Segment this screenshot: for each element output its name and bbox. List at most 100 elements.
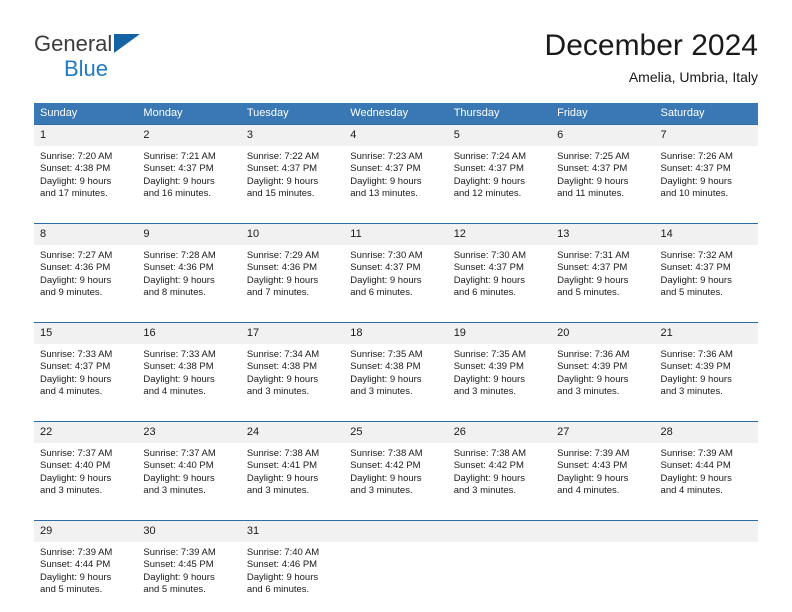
calendar-day-cell[interactable]: 25 Sunrise: 7:38 AM Sunset: 4:42 PM Dayligh… — [344, 421, 448, 510]
daylight-text: and 11 minutes. — [557, 188, 625, 200]
calendar-day-cell[interactable]: 11 Sunrise: 7:30 AM Sunset: 4:37 PM Dayligh… — [344, 223, 448, 312]
calendar-day-cell[interactable]: 27 Sunrise: 7:39 AM Sunset: 4:43 PM Dayligh… — [551, 421, 655, 510]
calendar-day-cell[interactable]: 2 Sunrise: 7:21 AM Sunset: 4:37 PM Daylight… — [137, 124, 241, 213]
week-spacer-cell — [240, 213, 345, 224]
sunrise-text: Sunrise: 7:31 AM — [557, 250, 630, 261]
calendar-day-cell[interactable]: 21 Sunrise: 7:36 AM Sunset: 4:39 PM Dayligh… — [654, 322, 758, 411]
day-info: Sunrise: 7:37 AM Sunset: 4:40 PM Daylight:… — [34, 444, 137, 498]
sunrise-text: Sunrise: 7:38 AM — [350, 448, 423, 459]
sunrise-text: Sunrise: 7:40 AM — [246, 547, 320, 558]
sunrise-text: Sunrise: 7:35 AM — [453, 349, 527, 360]
day-info: Sunrise: 7:38 AM Sunset: 4:42 PM Daylight:… — [448, 444, 551, 498]
day-number: 31 — [240, 521, 345, 543]
day-number: 21 — [654, 323, 758, 345]
sunrise-text: Sunrise: 7:37 AM — [143, 448, 216, 459]
sunrise-text: Sunrise: 7:39 AM — [557, 448, 630, 459]
calendar-day-cell[interactable]: 26 Sunrise: 7:38 AM Sunset: 4:42 PM Dayligh… — [447, 421, 552, 510]
calendar-day-cell[interactable]: 19 Sunrise: 7:35 AM Sunset: 4:39 PM Dayligh… — [447, 322, 552, 411]
daylight-text: Daylight: 9 hours — [453, 373, 525, 385]
day-info: Sunrise: 7:39 AM Sunset: 4:45 PM Daylight:… — [137, 543, 240, 597]
sunrise-text: Sunrise: 7:21 AM — [143, 151, 216, 162]
calendar-day-cell[interactable]: 28 Sunrise: 7:39 AM Sunset: 4:44 PM Dayligh… — [654, 421, 758, 510]
week-spacer-cell — [551, 510, 655, 521]
day-info: Sunrise: 7:38 AM Sunset: 4:41 PM Daylight:… — [241, 444, 344, 498]
calendar-day-cell[interactable]: 10 Sunrise: 7:29 AM Sunset: 4:36 PM Dayligh… — [240, 223, 345, 312]
calendar-day-cell[interactable]: 3 Sunrise: 7:22 AM Sunset: 4:37 PM Daylight… — [240, 124, 345, 213]
daylight-text: Daylight: 9 hours — [246, 274, 319, 286]
day-number: 26 — [447, 422, 552, 444]
sunset-text: Sunset: 4:39 PM — [660, 361, 731, 373]
weekday-header-monday: Monday — [137, 103, 241, 125]
sunset-text: Sunset: 4:40 PM — [40, 460, 111, 472]
week-spacer-cell — [240, 510, 345, 521]
calendar-day-cell[interactable]: 13 Sunrise: 7:31 AM Sunset: 4:37 PM Dayligh… — [551, 223, 655, 312]
daylight-text: and 6 minutes. — [350, 287, 413, 299]
day-cell-inner: 8 Sunrise: 7:27 AM Sunset: 4:36 PM Daylight… — [34, 224, 138, 312]
calendar-empty-cell — [447, 520, 552, 609]
sunset-text: Sunset: 4:38 PM — [246, 361, 318, 373]
sunset-text: Sunset: 4:39 PM — [557, 361, 628, 373]
calendar-day-cell[interactable]: 5 Sunrise: 7:24 AM Sunset: 4:37 PM Daylight… — [447, 124, 552, 213]
day-cell-inner: 23 Sunrise: 7:37 AM Sunset: 4:40 PM Dayligh… — [137, 422, 241, 510]
week-spacer-cell — [344, 510, 448, 521]
day-cell-inner: 5 Sunrise: 7:24 AM Sunset: 4:37 PM Daylight… — [447, 125, 552, 213]
daylight-text: and 5 minutes. — [660, 287, 723, 299]
daylight-text: Daylight: 9 hours — [40, 175, 112, 187]
weekday-header-wednesday: Wednesday — [344, 103, 448, 125]
day-cell-inner: 10 Sunrise: 7:29 AM Sunset: 4:36 PM Dayligh… — [240, 224, 345, 312]
calendar-day-cell[interactable]: 8 Sunrise: 7:27 AM Sunset: 4:36 PM Daylight… — [34, 223, 138, 312]
daylight-text: Daylight: 9 hours — [40, 472, 112, 484]
sunrise-text: Sunrise: 7:39 AM — [660, 448, 733, 459]
calendar-day-cell[interactable]: 14 Sunrise: 7:32 AM Sunset: 4:37 PM Dayligh… — [654, 223, 758, 312]
week-spacer-cell — [344, 213, 448, 224]
weekday-header-sunday: Sunday — [34, 103, 138, 125]
day-number: 5 — [447, 125, 552, 147]
title-block: December 2024 Amelia, Umbria, Italy — [545, 28, 758, 86]
calendar-day-cell[interactable]: 23 Sunrise: 7:37 AM Sunset: 4:40 PM Dayligh… — [137, 421, 241, 510]
daylight-text: and 17 minutes. — [40, 188, 108, 200]
calendar-week-row: 15 Sunrise: 7:33 AM Sunset: 4:37 PM Dayligh… — [34, 322, 758, 411]
week-spacer-cell — [551, 213, 655, 224]
calendar-day-cell[interactable]: 6 Sunrise: 7:25 AM Sunset: 4:37 PM Daylight… — [551, 124, 655, 213]
calendar-header-row: Sunday Monday Tuesday Wednesday Thursday… — [34, 103, 758, 125]
day-cell-inner: 22 Sunrise: 7:37 AM Sunset: 4:40 PM Dayligh… — [34, 422, 138, 510]
calendar-day-cell[interactable]: 12 Sunrise: 7:30 AM Sunset: 4:37 PM Dayligh… — [447, 223, 552, 312]
calendar-day-cell[interactable]: 20 Sunrise: 7:36 AM Sunset: 4:39 PM Dayligh… — [551, 322, 655, 411]
day-info: Sunrise: 7:32 AM Sunset: 4:37 PM Daylight:… — [655, 246, 758, 300]
calendar-day-cell[interactable]: 29 Sunrise: 7:39 AM Sunset: 4:44 PM Dayligh… — [34, 520, 138, 609]
daylight-text: and 3 minutes. — [143, 485, 206, 497]
calendar-day-cell[interactable]: 18 Sunrise: 7:35 AM Sunset: 4:38 PM Dayligh… — [344, 322, 448, 411]
calendar-day-cell[interactable]: 22 Sunrise: 7:37 AM Sunset: 4:40 PM Dayligh… — [34, 421, 138, 510]
day-number: 29 — [34, 521, 138, 543]
day-number: 10 — [240, 224, 345, 246]
day-cell-inner: 2 Sunrise: 7:21 AM Sunset: 4:37 PM Daylight… — [137, 125, 241, 213]
week-spacer-cell — [447, 213, 552, 224]
calendar-day-cell[interactable]: 7 Sunrise: 7:26 AM Sunset: 4:37 PM Daylight… — [654, 124, 758, 213]
calendar-day-cell[interactable]: 17 Sunrise: 7:34 AM Sunset: 4:38 PM Dayligh… — [240, 322, 345, 411]
day-number — [344, 521, 448, 543]
calendar-day-cell[interactable]: 9 Sunrise: 7:28 AM Sunset: 4:36 PM Daylight… — [137, 223, 241, 312]
calendar-day-cell[interactable]: 16 Sunrise: 7:33 AM Sunset: 4:38 PM Dayligh… — [137, 322, 241, 411]
calendar-week-row: 22 Sunrise: 7:37 AM Sunset: 4:40 PM Dayligh… — [34, 421, 758, 510]
day-cell-inner: 9 Sunrise: 7:28 AM Sunset: 4:36 PM Daylight… — [137, 224, 241, 312]
week-spacer-cell — [34, 411, 138, 422]
calendar-day-cell[interactable]: 15 Sunrise: 7:33 AM Sunset: 4:37 PM Dayligh… — [34, 322, 138, 411]
day-info — [448, 543, 551, 547]
calendar-day-cell[interactable]: 30 Sunrise: 7:39 AM Sunset: 4:45 PM Dayligh… — [137, 520, 241, 609]
daylight-text: Daylight: 9 hours — [453, 175, 525, 187]
calendar-day-cell[interactable]: 4 Sunrise: 7:23 AM Sunset: 4:37 PM Daylight… — [344, 124, 448, 213]
day-info: Sunrise: 7:25 AM Sunset: 4:37 PM Daylight:… — [551, 147, 654, 201]
day-number: 30 — [137, 521, 241, 543]
daylight-text: Daylight: 9 hours — [660, 373, 732, 385]
sunrise-text: Sunrise: 7:24 AM — [453, 151, 527, 162]
calendar-day-cell[interactable]: 31 Sunrise: 7:40 AM Sunset: 4:46 PM Dayligh… — [240, 520, 345, 609]
week-spacer-cell — [137, 411, 241, 422]
day-info: Sunrise: 7:36 AM Sunset: 4:39 PM Daylight:… — [551, 345, 654, 399]
week-spacer-row — [34, 312, 758, 323]
day-info: Sunrise: 7:38 AM Sunset: 4:42 PM Daylight:… — [344, 444, 447, 498]
daylight-text: Daylight: 9 hours — [453, 274, 525, 286]
sunrise-text: Sunrise: 7:39 AM — [40, 547, 113, 558]
calendar-day-cell[interactable]: 1 Sunrise: 7:20 AM Sunset: 4:38 PM Daylight… — [34, 124, 138, 213]
calendar-day-cell[interactable]: 24 Sunrise: 7:38 AM Sunset: 4:41 PM Dayligh… — [240, 421, 345, 510]
brand-logo[interactable]: General Blue — [34, 32, 254, 90]
